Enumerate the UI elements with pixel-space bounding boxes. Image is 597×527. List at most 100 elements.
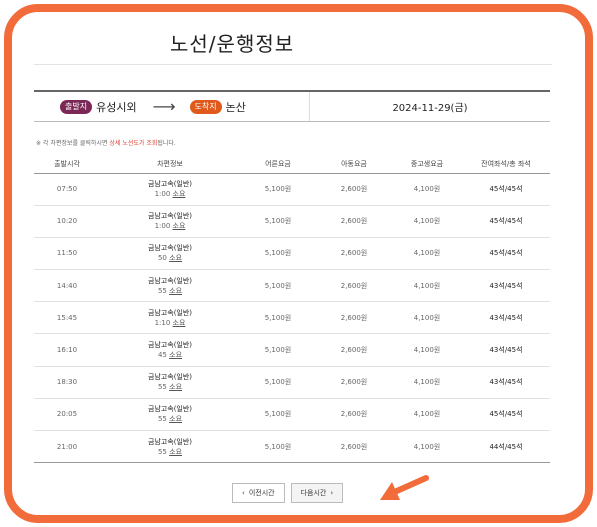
youth-fare: 4,100원 bbox=[392, 301, 462, 335]
duration: 55 소요 bbox=[100, 286, 240, 296]
table-row[interactable]: 15:45 금남고속(일반) 1:10 소요 5,100원 2,600원 4,100원 43… bbox=[34, 301, 550, 335]
column-header: 출발시각 bbox=[34, 155, 100, 174]
child-fare: 2,600원 bbox=[316, 398, 392, 432]
column-header: 잔여좌석/총 좌석 bbox=[462, 155, 550, 174]
table-row[interactable]: 10:20 금남고속(일반) 1:00 소요 5,100원 2,600원 4,100원 45… bbox=[34, 205, 550, 238]
previous-time-button[interactable]: ‹ 이전시간 bbox=[232, 483, 285, 503]
youth-fare: 4,100원 bbox=[392, 269, 462, 303]
bus-company: 금남고속(일반) bbox=[147, 405, 193, 414]
bus-info[interactable]: 금남고속(일반) 55 소요 bbox=[100, 269, 240, 303]
duration-suffix: 소요 bbox=[172, 190, 186, 199]
seat-availability: 45석/45석 bbox=[462, 398, 550, 432]
duration-suffix: 소요 bbox=[169, 447, 183, 456]
bus-info[interactable]: 금남고속(일반) 50 소요 bbox=[100, 237, 240, 271]
seat-availability: 43석/45석 bbox=[462, 301, 550, 335]
departure-time: 10:20 bbox=[34, 205, 100, 238]
youth-fare: 4,100원 bbox=[392, 237, 462, 271]
column-header: 어른요금 bbox=[240, 155, 316, 174]
adult-fare: 5,100원 bbox=[240, 366, 316, 399]
bus-info[interactable]: 금남고속(일반) 1:10 소요 bbox=[100, 301, 240, 335]
bus-info[interactable]: 금남고속(일반) 55 소요 bbox=[100, 430, 240, 464]
adult-fare: 5,100원 bbox=[240, 398, 316, 432]
arrival-badge: 도착지 bbox=[189, 99, 222, 114]
child-fare: 2,600원 bbox=[316, 269, 392, 303]
adult-fare: 5,100원 bbox=[240, 301, 316, 335]
departure-time: 20:05 bbox=[34, 398, 100, 432]
bus-company: 금남고속(일반) bbox=[147, 276, 193, 285]
table-row[interactable]: 16:10 금남고속(일반) 45 소요 5,100원 2,600원 4,100원 43석/… bbox=[34, 333, 550, 367]
duration-suffix: 소요 bbox=[169, 351, 183, 360]
child-fare: 2,600원 bbox=[316, 301, 392, 335]
route-endpoints: 출발지 유성시외 ⟶ 도착지 논산 bbox=[34, 92, 310, 121]
duration-value: 55 bbox=[157, 447, 167, 456]
previous-time-label: 이전시간 bbox=[248, 489, 275, 497]
table-row[interactable]: 18:30 금남고속(일반) 55 소요 5,100원 2,600원 4,100원 43석/… bbox=[34, 366, 550, 399]
child-fare: 2,600원 bbox=[316, 430, 392, 464]
duration-value: 55 bbox=[157, 415, 167, 424]
youth-fare: 4,100원 bbox=[392, 173, 462, 206]
bus-info[interactable]: 금남고속(일반) 1:00 소요 bbox=[100, 205, 240, 238]
travel-date: 2024-11-29(금) bbox=[392, 103, 468, 114]
seat-availability: 45석/45석 bbox=[462, 173, 550, 206]
next-time-label: 다음시간 bbox=[300, 489, 327, 497]
bus-info[interactable]: 금남고속(일반) 55 소요 bbox=[100, 366, 240, 399]
duration: 50 소요 bbox=[100, 253, 240, 263]
bus-company: 금남고속(일반) bbox=[147, 212, 193, 221]
seat-availability: 44석/45석 bbox=[462, 430, 550, 464]
duration-suffix: 소요 bbox=[169, 254, 183, 263]
notice-highlight: 상세 노선도가 조회 bbox=[109, 140, 158, 147]
bus-company: 금남고속(일반) bbox=[147, 341, 193, 350]
duration-suffix: 소요 bbox=[172, 318, 186, 327]
duration-value: 1:10 bbox=[154, 318, 171, 327]
child-fare: 2,600원 bbox=[316, 237, 392, 271]
column-header: 차편정보 bbox=[100, 155, 240, 174]
seat-availability: 45석/45석 bbox=[462, 205, 550, 238]
route-arrow-icon: ⟶ bbox=[152, 97, 176, 116]
duration-value: 55 bbox=[157, 383, 167, 392]
next-time-button[interactable]: 다음시간 › bbox=[290, 483, 344, 503]
bus-info[interactable]: 금남고속(일반) 1:00 소요 bbox=[100, 173, 240, 206]
title-divider bbox=[34, 64, 552, 65]
youth-fare: 4,100원 bbox=[392, 205, 462, 238]
table-row[interactable]: 20:05 금남고속(일반) 55 소요 5,100원 2,600원 4,100원 45석/… bbox=[34, 398, 550, 432]
duration-value: 50 bbox=[157, 254, 167, 263]
duration: 45 소요 bbox=[100, 350, 240, 360]
table-row[interactable]: 11:50 금남고속(일반) 50 소요 5,100원 2,600원 4,100원 45석/… bbox=[34, 237, 550, 271]
pointer-arrow-icon bbox=[380, 475, 429, 500]
youth-fare: 4,100원 bbox=[392, 430, 462, 464]
departure-time: 14:40 bbox=[34, 269, 100, 303]
pagination: ‹ 이전시간 다음시간 › bbox=[232, 483, 344, 503]
youth-fare: 4,100원 bbox=[392, 366, 462, 399]
table-row[interactable]: 07:50 금남고속(일반) 1:00 소요 5,100원 2,600원 4,100원 45… bbox=[34, 173, 550, 206]
table-header-row: 출발시각 차편정보 어른요금 아동요금 중고생요금 잔여좌석/총 좌석 bbox=[34, 155, 550, 174]
bus-info[interactable]: 금남고속(일반) 55 소요 bbox=[100, 398, 240, 432]
adult-fare: 5,100원 bbox=[240, 333, 316, 367]
page-title: 노선/운행정보 bbox=[170, 32, 295, 56]
route-notice: ※ 각 차편정보를 클릭하시면 상세 노선도가 조회됩니다. bbox=[36, 138, 176, 147]
duration: 55 소요 bbox=[100, 382, 240, 392]
bus-company: 금남고속(일반) bbox=[147, 308, 193, 317]
schedule-table: 출발시각 차편정보 어른요금 아동요금 중고생요금 잔여좌석/총 좌석 07:5… bbox=[34, 155, 550, 464]
duration: 1:00 소요 bbox=[100, 189, 240, 199]
duration-suffix: 소요 bbox=[169, 383, 183, 392]
departure-time: 07:50 bbox=[34, 173, 100, 206]
duration-value: 55 bbox=[157, 286, 167, 295]
departure-time: 16:10 bbox=[34, 333, 100, 367]
seat-availability: 43석/45석 bbox=[462, 366, 550, 399]
seat-availability: 45석/45석 bbox=[462, 237, 550, 271]
duration-value: 1:00 bbox=[154, 222, 171, 231]
bus-info[interactable]: 금남고속(일반) 45 소요 bbox=[100, 333, 240, 367]
duration: 1:10 소요 bbox=[100, 318, 240, 328]
departure-time: 11:50 bbox=[34, 237, 100, 271]
duration-value: 45 bbox=[157, 351, 167, 360]
departure-time: 15:45 bbox=[34, 301, 100, 335]
adult-fare: 5,100원 bbox=[240, 430, 316, 464]
chevron-right-icon: › bbox=[330, 489, 334, 497]
child-fare: 2,600원 bbox=[316, 366, 392, 399]
route-summary: 출발지 유성시외 ⟶ 도착지 논산 2024-11-29(금) bbox=[34, 90, 550, 122]
duration-suffix: 소요 bbox=[172, 222, 186, 231]
duration-value: 1:00 bbox=[154, 190, 171, 199]
notice-suffix: 됩니다. bbox=[157, 140, 176, 147]
table-row[interactable]: 14:40 금남고속(일반) 55 소요 5,100원 2,600원 4,100원 43석/… bbox=[34, 269, 550, 303]
table-row[interactable]: 21:00 금남고속(일반) 55 소요 5,100원 2,600원 4,100원 44석/… bbox=[34, 430, 550, 464]
